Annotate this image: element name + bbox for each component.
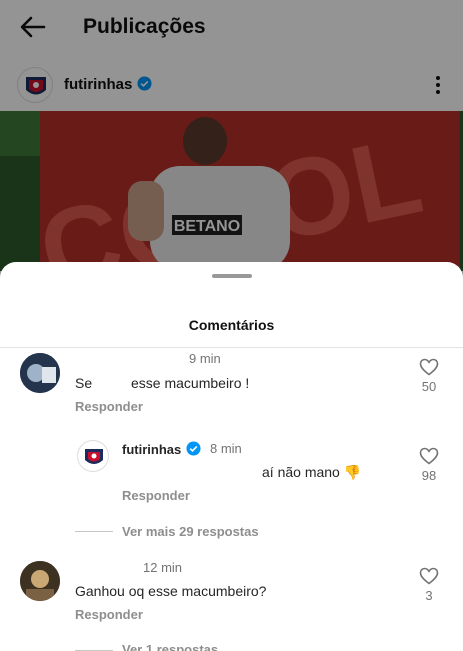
- verified-badge-icon: [186, 441, 201, 456]
- comment-text: aí não mano 👎: [262, 464, 362, 480]
- like-count: 50: [421, 379, 437, 394]
- comment-time: 8 min: [210, 441, 242, 456]
- like-heart-icon[interactable]: [419, 567, 439, 585]
- drag-handle[interactable]: [212, 274, 252, 278]
- comment-username-text: futirinhas: [122, 442, 182, 457]
- like-count: 3: [425, 588, 433, 603]
- replies-line: [75, 531, 113, 532]
- comment-avatar[interactable]: [20, 353, 60, 393]
- like-heart-icon[interactable]: [419, 447, 439, 465]
- comment-avatar[interactable]: [77, 440, 109, 472]
- view-more-replies[interactable]: Ver 1 respostas: [122, 642, 218, 651]
- divider: [0, 347, 463, 348]
- comment-text: Ganhou oq esse macumbeiro?: [75, 583, 267, 599]
- view-more-replies[interactable]: Ver mais 29 respostas: [122, 524, 259, 539]
- like-heart-icon[interactable]: [419, 358, 439, 376]
- comment-time: 12 min: [143, 560, 183, 575]
- comment-username[interactable]: futirinhas: [122, 441, 201, 457]
- comment-time: 9 min: [189, 351, 221, 366]
- reply-button[interactable]: Responder: [122, 488, 190, 503]
- comment-text: Se esse macumbeiro !: [75, 375, 250, 391]
- reply-button[interactable]: Responder: [75, 399, 143, 414]
- reply-button[interactable]: Responder: [75, 607, 143, 622]
- comments-sheet: Comentários 9 min Se esse macumbeiro ! R…: [0, 262, 463, 651]
- like-count: 98: [421, 468, 437, 483]
- sheet-title: Comentários: [188, 317, 275, 333]
- comment-avatar[interactable]: [20, 561, 60, 601]
